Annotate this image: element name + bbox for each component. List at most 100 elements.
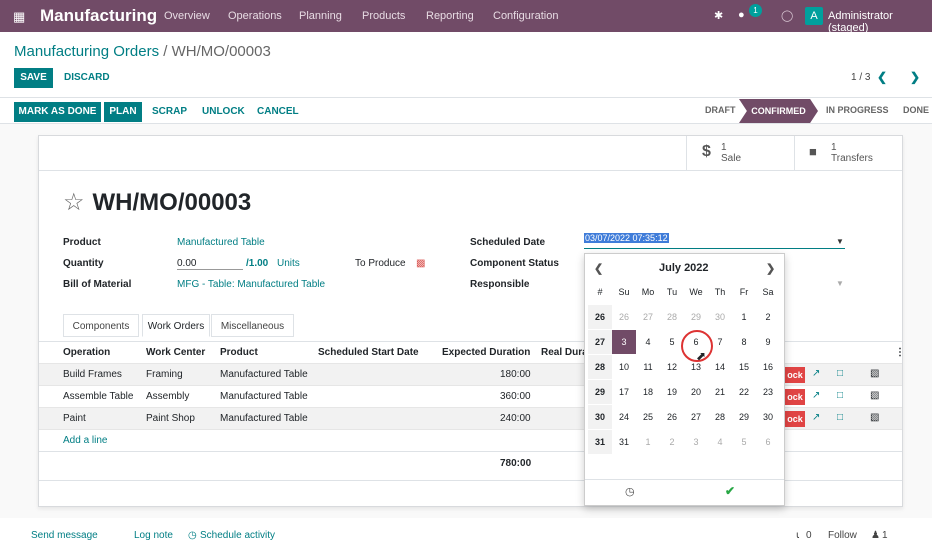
calendar-day[interactable]: 9 bbox=[756, 330, 780, 354]
followers-icon[interactable]: ♟ bbox=[871, 530, 880, 541]
calendar-day[interactable]: 18 bbox=[636, 380, 660, 404]
block-button[interactable]: ock bbox=[785, 411, 805, 427]
star-icon[interactable]: ☆ bbox=[63, 189, 85, 216]
scheduled-date-input[interactable]: 03/07/2022 07:35:12 ▼ bbox=[584, 233, 845, 249]
calendar-day[interactable]: 8 bbox=[732, 330, 756, 354]
trash-icon[interactable]: ▧ bbox=[870, 390, 879, 401]
calendar-day[interactable]: 29 bbox=[684, 305, 708, 329]
pager-next-icon[interactable]: ❯ bbox=[910, 70, 920, 84]
prev-month-icon[interactable]: ❮ bbox=[594, 262, 603, 275]
trash-icon[interactable]: ▧ bbox=[870, 412, 879, 423]
log-note-button[interactable]: Log note bbox=[134, 530, 173, 541]
avatar[interactable]: A bbox=[805, 7, 823, 25]
tablet-icon[interactable]: □ bbox=[837, 412, 843, 423]
schedule-activity-button[interactable]: Schedule activity bbox=[200, 530, 275, 541]
scrap-button[interactable]: SCRAP bbox=[152, 102, 187, 122]
date-dropdown-icon[interactable]: ▼ bbox=[836, 237, 844, 246]
calendar-day[interactable]: 16 bbox=[756, 355, 780, 379]
calendar-day[interactable]: 1 bbox=[732, 305, 756, 329]
menu-products[interactable]: Products bbox=[362, 10, 405, 22]
tab-miscellaneous[interactable]: Miscellaneous bbox=[211, 314, 294, 337]
calendar-day[interactable]: 22 bbox=[732, 380, 756, 404]
calendar-day[interactable]: 26 bbox=[660, 405, 684, 429]
add-line-link[interactable]: Add a line bbox=[63, 435, 107, 446]
plan-button[interactable]: PLAN bbox=[104, 102, 142, 122]
follow-button[interactable]: Follow bbox=[828, 530, 857, 541]
tablet-icon[interactable]: □ bbox=[837, 368, 843, 379]
block-button[interactable]: ock bbox=[785, 367, 805, 383]
calendar-day[interactable]: 19 bbox=[660, 380, 684, 404]
uom-field[interactable]: Units bbox=[277, 258, 300, 269]
bom-field[interactable]: MFG - Table: Manufactured Table bbox=[177, 279, 325, 290]
transfers-stat-button[interactable]: ■ 1 Transfers bbox=[794, 136, 904, 170]
calendar-day[interactable]: 23 bbox=[756, 380, 780, 404]
calendar-day[interactable]: 21 bbox=[708, 380, 732, 404]
mark-as-done-button[interactable]: MARK AS DONE bbox=[14, 102, 101, 122]
save-button[interactable]: SAVE bbox=[14, 68, 53, 88]
calendar-day[interactable]: 28 bbox=[660, 305, 684, 329]
menu-overview[interactable]: Overview bbox=[164, 10, 210, 22]
unlock-button[interactable]: UNLOCK bbox=[202, 102, 245, 122]
calendar-day[interactable]: 12 bbox=[660, 355, 684, 379]
calendar-day[interactable]: 29 bbox=[732, 405, 756, 429]
stage-in-progress[interactable]: IN PROGRESS bbox=[826, 105, 889, 115]
calendar-day[interactable]: 4 bbox=[636, 330, 660, 354]
bug-icon[interactable]: ✱ bbox=[714, 9, 723, 22]
col-product[interactable]: Product bbox=[220, 347, 258, 358]
discard-button[interactable]: DISCARD bbox=[64, 68, 110, 88]
col-expected-duration[interactable]: Expected Duration bbox=[442, 347, 530, 358]
trash-icon[interactable]: ▧ bbox=[870, 368, 879, 379]
menu-configuration[interactable]: Configuration bbox=[493, 10, 558, 22]
confirm-check-icon[interactable]: ✔ bbox=[725, 484, 735, 498]
send-message-button[interactable]: Send message bbox=[31, 530, 98, 541]
calendar-day[interactable]: 10 bbox=[612, 355, 636, 379]
col-scheduled-start[interactable]: Scheduled Start Date bbox=[318, 347, 419, 358]
calendar-day[interactable]: 30 bbox=[756, 405, 780, 429]
calendar-day[interactable]: 31 bbox=[612, 430, 636, 454]
calendar-day[interactable]: 3 bbox=[684, 430, 708, 454]
breadcrumb-parent[interactable]: Manufacturing Orders bbox=[14, 43, 159, 60]
calendar-day[interactable]: 15 bbox=[732, 355, 756, 379]
menu-planning[interactable]: Planning bbox=[299, 10, 342, 22]
calendar-day[interactable]: 2 bbox=[660, 430, 684, 454]
chat-icon[interactable]: ● bbox=[738, 9, 745, 21]
calendar-day[interactable]: 4 bbox=[708, 430, 732, 454]
calendar-day[interactable]: 27 bbox=[636, 305, 660, 329]
user-name[interactable]: Administrator (staged) bbox=[828, 10, 932, 34]
app-title[interactable]: Manufacturing bbox=[40, 6, 157, 26]
col-operation[interactable]: Operation bbox=[63, 347, 110, 358]
column-options-icon[interactable]: ⋮ bbox=[895, 347, 905, 358]
pager-value[interactable]: 1 / 3 bbox=[851, 72, 870, 83]
sale-stat-button[interactable]: $ 1 Sale bbox=[686, 136, 794, 170]
tab-work-orders[interactable]: Work Orders bbox=[142, 314, 210, 337]
calendar-month[interactable]: July 2022 bbox=[659, 262, 709, 274]
tab-components[interactable]: Components bbox=[63, 314, 139, 337]
open-external-icon[interactable]: ↗ bbox=[812, 390, 820, 401]
time-picker-icon[interactable]: ◷ bbox=[625, 485, 635, 498]
calendar-day[interactable]: 24 bbox=[612, 405, 636, 429]
open-external-icon[interactable]: ↗ bbox=[812, 368, 820, 379]
calendar-day[interactable]: 11 bbox=[636, 355, 660, 379]
scheduled-date-value[interactable]: 03/07/2022 07:35:12 bbox=[584, 233, 669, 243]
stage-draft[interactable]: DRAFT bbox=[705, 105, 736, 115]
calendar-day[interactable]: 17 bbox=[612, 380, 636, 404]
calendar-day[interactable]: 5 bbox=[732, 430, 756, 454]
pager-prev-icon[interactable]: ❮ bbox=[877, 70, 887, 84]
col-real-duration[interactable]: Real Dura bbox=[541, 347, 588, 358]
calendar-day[interactable]: 6 bbox=[756, 430, 780, 454]
block-button[interactable]: ock bbox=[785, 389, 805, 405]
menu-operations[interactable]: Operations bbox=[228, 10, 282, 22]
calendar-day[interactable]: 30 bbox=[708, 305, 732, 329]
open-external-icon[interactable]: ↗ bbox=[812, 412, 820, 423]
col-work-center[interactable]: Work Center bbox=[146, 347, 205, 358]
responsible-dropdown-icon[interactable]: ▼ bbox=[836, 279, 844, 288]
product-field[interactable]: Manufactured Table bbox=[177, 237, 265, 248]
stage-confirmed[interactable]: CONFIRMED bbox=[739, 99, 818, 123]
cancel-button[interactable]: CANCEL bbox=[257, 102, 299, 122]
calendar-day[interactable]: 14 bbox=[708, 355, 732, 379]
clock-icon[interactable]: ◯ bbox=[781, 9, 793, 22]
next-month-icon[interactable]: ❯ bbox=[766, 262, 775, 275]
apps-menu-icon[interactable]: ▦ bbox=[13, 9, 25, 25]
stage-done[interactable]: DONE bbox=[903, 105, 929, 115]
forecast-chart-icon[interactable]: ▩ bbox=[416, 258, 425, 269]
